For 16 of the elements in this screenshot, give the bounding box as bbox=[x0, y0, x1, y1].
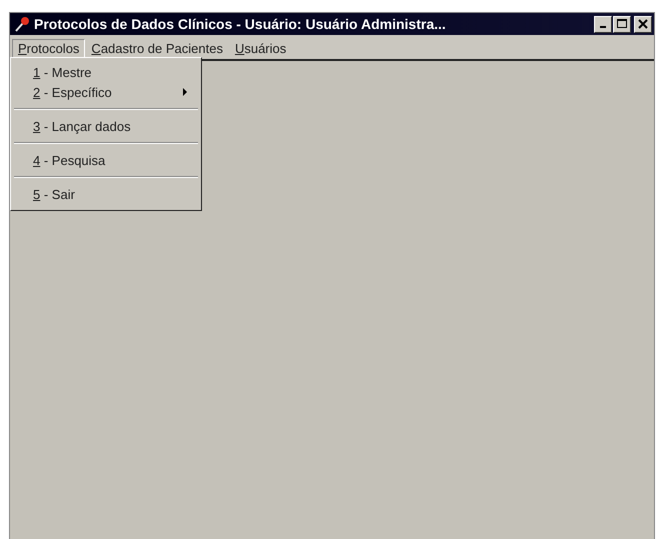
menu-item[interactable]: Usuários bbox=[228, 38, 292, 58]
minimize-icon bbox=[600, 26, 606, 28]
menu-entry[interactable]: 2 - Específico bbox=[13, 82, 199, 102]
menu-item[interactable]: Cadastro de Pacientes bbox=[85, 38, 229, 58]
menu-entry[interactable]: 1 - Mestre bbox=[13, 62, 199, 82]
maximize-button[interactable] bbox=[613, 16, 631, 32]
menu-entry[interactable]: 5 - Sair bbox=[13, 184, 199, 204]
minimize-button[interactable] bbox=[594, 16, 612, 32]
menu-entry[interactable]: 4 - Pesquisa bbox=[13, 150, 199, 170]
close-icon bbox=[638, 19, 648, 29]
window-title: Protocolos de Dados Clínicos - Usuário: Usuário Administra... bbox=[34, 16, 447, 32]
pin-icon bbox=[14, 16, 30, 32]
maximize-icon bbox=[617, 19, 627, 29]
menu-entry[interactable]: 3 - Lançar dados bbox=[13, 116, 199, 136]
submenu-arrow-icon bbox=[183, 88, 187, 96]
close-button[interactable] bbox=[634, 16, 652, 32]
